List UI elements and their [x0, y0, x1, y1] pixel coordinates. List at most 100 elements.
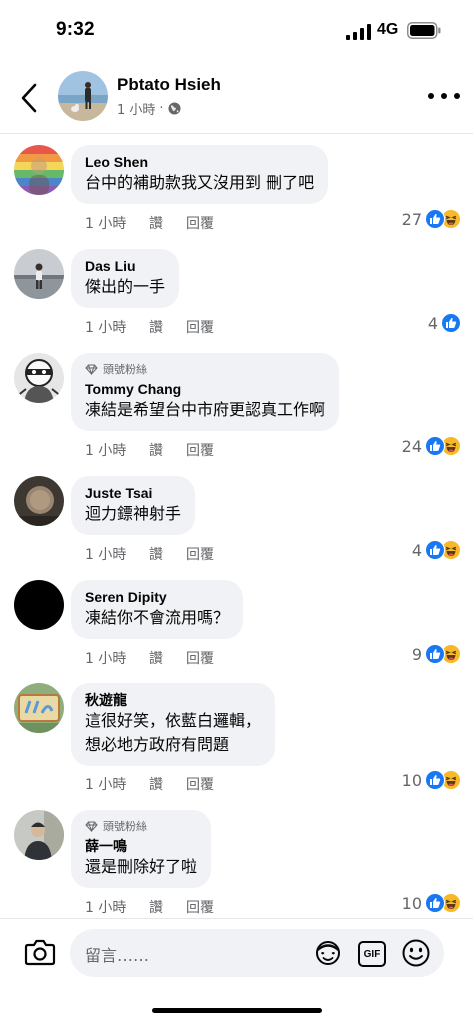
- commenter-avatar[interactable]: [14, 683, 64, 733]
- gif-button[interactable]: GIF: [358, 941, 386, 967]
- rainbow-avatar: [14, 145, 64, 195]
- reaction-count: 24: [401, 436, 422, 456]
- dot: [428, 93, 434, 99]
- comment-actions: 1 小時 讚 回覆: [85, 774, 214, 794]
- comment-author[interactable]: Juste Tsai: [85, 484, 181, 502]
- reaction-count: 10: [401, 893, 422, 913]
- dot: [454, 93, 460, 99]
- reaction-summary[interactable]: 10: [402, 770, 461, 790]
- status-time: 9:32: [56, 19, 95, 40]
- comment-actions: 1 小時 讚 回覆: [85, 897, 214, 917]
- commenter-avatar[interactable]: [14, 810, 64, 860]
- reaction-summary[interactable]: 27: [402, 209, 461, 229]
- reaction-count: 4: [427, 313, 438, 333]
- comment-text-line: 這很好笑，依藍白邏輯，: [85, 711, 262, 730]
- more-options-button[interactable]: [428, 88, 460, 104]
- comment-author[interactable]: 秋遊龍: [85, 691, 261, 709]
- like-button[interactable]: 讚: [149, 544, 186, 564]
- commenter-avatar[interactable]: [14, 353, 64, 403]
- back-button[interactable]: [14, 78, 44, 118]
- comment-time: 1 小時: [85, 900, 127, 916]
- comment-bubble[interactable]: Seren Dipity 凍結你不會流用嗎？: [71, 580, 244, 639]
- portrait-avatar: [14, 476, 64, 526]
- like-button[interactable]: 讚: [149, 440, 186, 460]
- comment-bubble[interactable]: Das Liu 傑出的一手: [71, 249, 180, 308]
- comment-text: 凍結是希望台中市府更認真工作啊: [85, 400, 326, 419]
- avatar-sticker-icon[interactable]: [314, 939, 342, 967]
- post-header: Pbtato Hsieh 1 小時 ·: [0, 62, 473, 134]
- comment-bubble[interactable]: 秋遊龍 這很好笑，依藍白邏輯， 想必地方政府有問題: [71, 683, 276, 766]
- like-button[interactable]: 讚: [149, 897, 186, 917]
- comment-author[interactable]: Leo Shen: [85, 153, 314, 171]
- comment-bubble[interactable]: 頭號粉絲 薛一鳴 還是刪除好了啦: [71, 810, 212, 888]
- comment-author[interactable]: Tommy Chang: [85, 380, 325, 398]
- reaction-summary[interactable]: 4: [428, 313, 461, 333]
- reply-button[interactable]: 回覆: [186, 774, 214, 794]
- like-button[interactable]: 讚: [149, 648, 186, 668]
- reply-button[interactable]: 回覆: [186, 317, 214, 337]
- comment-author[interactable]: Das Liu: [85, 257, 165, 275]
- comment-text: 迴力鏢神射手: [85, 504, 182, 523]
- thumbs-up-icon: [425, 644, 445, 664]
- commenter-avatar[interactable]: [14, 145, 64, 195]
- dot: [441, 93, 447, 99]
- reaction-count: 9: [411, 644, 422, 664]
- reaction-count: 27: [401, 209, 422, 229]
- comment-time: 1 小時: [85, 216, 127, 232]
- comment-author[interactable]: Seren Dipity: [85, 588, 229, 606]
- comment-actions: 1 小時 讚 回覆: [85, 648, 214, 668]
- author-name[interactable]: Pbtato Hsieh: [117, 75, 221, 95]
- reply-button[interactable]: 回覆: [186, 897, 214, 917]
- beach-photo-avatar: [58, 71, 108, 121]
- reply-button[interactable]: 回覆: [186, 544, 214, 564]
- comment-text: 傑出的一手: [85, 277, 166, 296]
- diamond-icon: [85, 821, 98, 832]
- comment-actions: 1 小時 讚 回覆: [85, 213, 214, 233]
- commenter-avatar[interactable]: [14, 249, 64, 299]
- reaction-summary[interactable]: 4: [412, 540, 461, 560]
- gif-label: GIF: [363, 948, 381, 960]
- like-button[interactable]: 讚: [149, 774, 186, 794]
- post-time: 1 小時: [117, 103, 156, 118]
- comment-input-placeholder: 留言……: [85, 946, 150, 965]
- reply-button[interactable]: 回覆: [186, 213, 214, 233]
- top-fan-badge: 頭號粉絲: [85, 361, 325, 377]
- reaction-summary[interactable]: 24: [402, 436, 461, 456]
- thumbs-up-icon: [425, 540, 445, 560]
- thumbs-up-icon: [425, 209, 445, 229]
- reply-button[interactable]: 回覆: [186, 648, 214, 668]
- comment-text-line: 想必地方政府有問題: [85, 735, 230, 754]
- globe-icon: [168, 102, 181, 115]
- like-button[interactable]: 讚: [149, 213, 186, 233]
- cellular-signal-icon: [346, 24, 371, 40]
- author-avatar[interactable]: [58, 71, 108, 121]
- comment-time: 1 小時: [85, 651, 127, 667]
- comment-bubble[interactable]: Leo Shen 台中的補助款我又沒用到 刪了吧: [71, 145, 329, 204]
- status-bar: 9:32 4G: [0, 0, 473, 60]
- camera-icon[interactable]: [24, 937, 56, 967]
- comment-author[interactable]: 薛一鳴: [85, 837, 197, 855]
- comment-time: 1 小時: [85, 777, 127, 793]
- comment-text: 凍結你不會流用嗎？: [85, 608, 230, 627]
- like-button[interactable]: 讚: [149, 317, 186, 337]
- top-fan-label: 頭號粉絲: [103, 820, 147, 833]
- comment-time: 1 小時: [85, 320, 127, 336]
- emoji-icon[interactable]: [401, 938, 431, 968]
- comment-bubble[interactable]: 頭號粉絲 Tommy Chang 凍結是希望台中市府更認真工作啊: [71, 353, 340, 431]
- comment-bubble[interactable]: Juste Tsai 迴力鏢神射手: [71, 476, 196, 535]
- thumbs-up-icon: [441, 313, 461, 333]
- diamond-icon: [85, 364, 98, 375]
- commenter-avatar[interactable]: [14, 580, 64, 630]
- person-photo-avatar: [14, 810, 64, 860]
- reply-button[interactable]: 回覆: [186, 440, 214, 460]
- comment-actions: 1 小時 讚 回覆: [85, 440, 214, 460]
- illustration-avatar: [14, 353, 64, 403]
- commenter-avatar[interactable]: [14, 476, 64, 526]
- thumbs-up-icon: [425, 893, 445, 913]
- reaction-summary[interactable]: 9: [412, 644, 461, 664]
- comment-composer: 留言…… GIF: [0, 918, 473, 1024]
- reaction-summary[interactable]: 10: [402, 893, 461, 913]
- home-indicator: [152, 1008, 322, 1013]
- comment-text: 台中的補助款我又沒用到 刪了吧: [85, 173, 315, 192]
- comment-input[interactable]: 留言…… GIF: [70, 929, 444, 977]
